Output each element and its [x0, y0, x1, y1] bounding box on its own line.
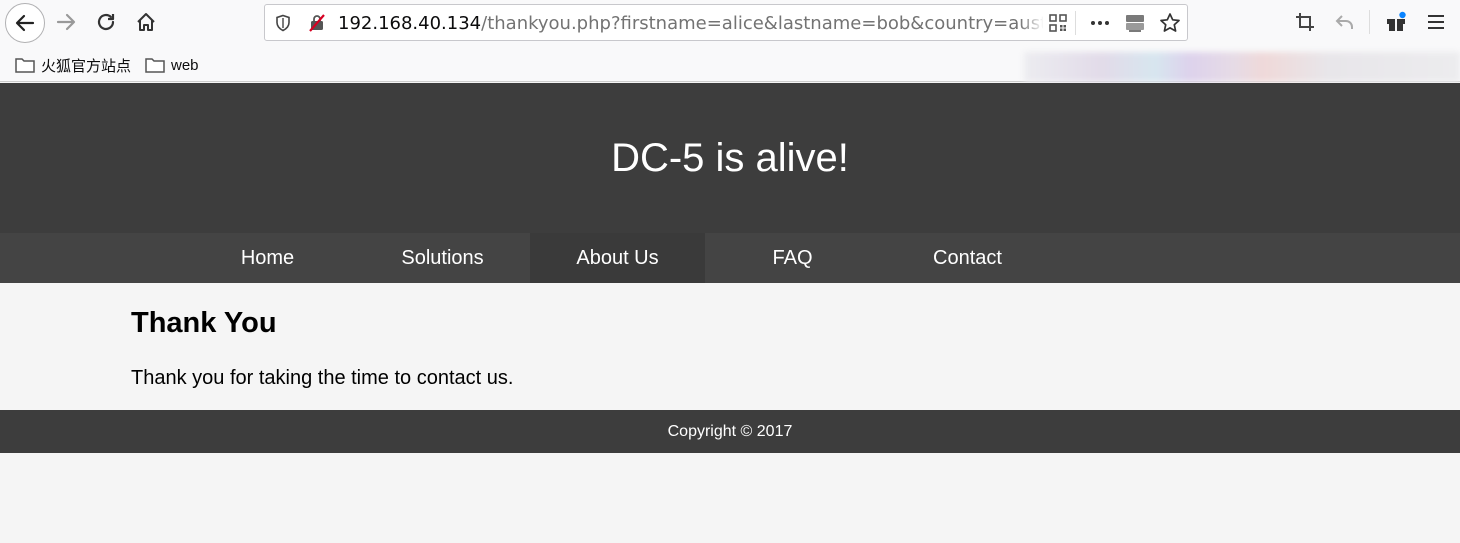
site-title: DC-5 is alive!: [611, 136, 849, 180]
bookmarks-toolbar: 火狐官方站点 web: [0, 44, 1460, 82]
screenshot-button[interactable]: [1287, 4, 1323, 40]
toolbar-separator: [1369, 10, 1370, 34]
back-button[interactable]: [5, 3, 45, 43]
arrow-left-icon: [15, 14, 35, 32]
bookmark-label: 火狐官方站点: [41, 57, 132, 75]
more-actions-icon[interactable]: [1088, 11, 1112, 35]
nav-solutions[interactable]: Solutions: [355, 233, 530, 283]
url-host: 192.168.40.134: [338, 13, 482, 34]
url-bar[interactable]: 192.168.40.134/thankyou.php?firstname=al…: [264, 4, 1188, 41]
insecure-lock-icon[interactable]: [305, 11, 329, 35]
menu-button[interactable]: [1418, 4, 1454, 40]
nav-contact[interactable]: Contact: [880, 233, 1055, 283]
bookmark-folder-web[interactable]: web: [145, 55, 199, 75]
nav-about-us[interactable]: About Us: [530, 233, 705, 283]
nav-home[interactable]: Home: [180, 233, 355, 283]
extensions-button[interactable]: [1378, 4, 1414, 40]
hamburger-icon: [1428, 15, 1444, 29]
main-content: Thank You Thank you for taking the time …: [0, 283, 1460, 410]
bookmark-label: web: [171, 56, 199, 74]
page-heading: Thank You: [131, 307, 277, 339]
nav-faq[interactable]: FAQ: [705, 233, 880, 283]
folder-icon: [15, 58, 35, 73]
bookmark-folder-firefox[interactable]: 火狐官方站点: [15, 55, 131, 75]
site-header: DC-5 is alive!: [0, 83, 1460, 233]
reload-icon: [97, 13, 115, 31]
server-icon[interactable]: [1123, 11, 1147, 35]
shield-icon[interactable]: [271, 11, 295, 35]
thank-you-message: Thank you for taking the time to contact…: [131, 367, 514, 389]
url-bar-separator: [1075, 11, 1076, 35]
blurred-bookmarks-area: [1024, 52, 1460, 82]
home-icon: [137, 13, 155, 31]
arrow-right-icon: [56, 13, 76, 31]
qr-code-icon[interactable]: [1046, 11, 1070, 35]
forward-button[interactable]: [48, 4, 84, 40]
home-button[interactable]: [128, 4, 164, 40]
browser-toolbar: 192.168.40.134/thankyou.php?firstname=al…: [0, 0, 1460, 44]
url-path: /thankyou.php?firstname=alice&lastname=b…: [481, 13, 1043, 34]
url-text[interactable]: 192.168.40.134/thankyou.php?firstname=al…: [338, 13, 1043, 34]
crop-icon: [1296, 13, 1314, 31]
site-nav: Home Solutions About Us FAQ Contact: [0, 233, 1460, 283]
gift-icon: [1387, 11, 1406, 31]
url-fade: [1020, 7, 1044, 38]
site-footer: Copyright © 2017: [0, 410, 1460, 453]
copyright-text: Copyright © 2017: [667, 422, 793, 440]
star-icon[interactable]: [1158, 11, 1182, 35]
undo-button[interactable]: [1327, 4, 1363, 40]
folder-icon: [145, 58, 165, 73]
reload-button[interactable]: [88, 4, 124, 40]
undo-icon: [1335, 15, 1353, 29]
